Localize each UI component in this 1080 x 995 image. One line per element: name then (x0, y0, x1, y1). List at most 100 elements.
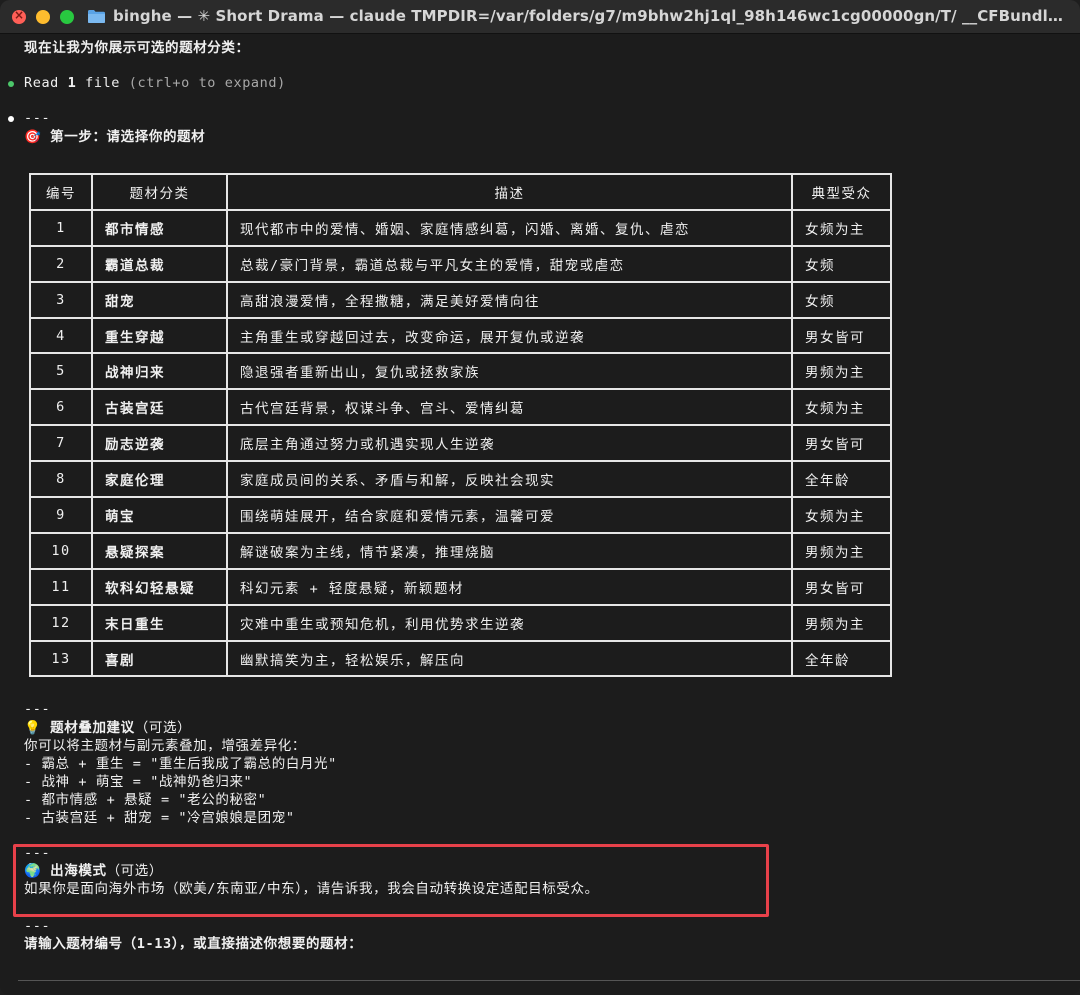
table-row: 7 励志逆袭 底层主角通过努力或机遇实现人生逆袭 男女皆可 (29, 424, 892, 463)
table-row: 13 喜剧 幽默搞笑为主，轻松娱乐，解压向 全年龄 (29, 639, 892, 678)
overseas-body: 如果你是面向海外市场（欧美/东南亚/中东），请告诉我，我会自动转换设定适配目标受… (24, 881, 599, 897)
table-row: 1 都市情感 现代都市中的爱情、婚姻、家庭情感纠葛，闪婚、离婚、复仇、虐恋 女频为主 (29, 208, 892, 247)
row-number: 12 (29, 603, 93, 642)
row-number: 1 (29, 208, 93, 247)
row-number: 2 (29, 244, 93, 283)
row-number: 6 (29, 388, 93, 427)
tip-item: - 霸总 + 重生 = "重生后我成了霸总的白月光" (24, 756, 337, 772)
row-description: 古代宫廷背景，权谋斗争、宫斗、爱情纠葛 (226, 388, 793, 427)
message-dot (8, 116, 14, 122)
table-header-row: 编号 题材分类 描述 典型受众 (29, 173, 892, 211)
terminal-window: binghe — ✳ Short Drama — claude TMPDIR=/… (0, 0, 1080, 995)
lightbulb-icon: 💡 (24, 720, 42, 736)
row-description: 隐退强者重新出山，复仇或拯救家族 (226, 352, 793, 391)
table-row: 6 古装宫廷 古代宫廷背景，权谋斗争、宫斗、爱情纠葛 女频为主 (29, 388, 892, 427)
window-title: binghe — ✳ Short Drama — claude TMPDIR=/… (113, 7, 1073, 25)
separator-3: --- (24, 845, 51, 861)
overseas-title-text: 出海模式 (50, 863, 107, 879)
row-category: 家庭伦理 (91, 460, 228, 499)
row-number: 7 (29, 424, 93, 463)
row-audience: 女频为主 (791, 388, 892, 427)
table-row: 10 悬疑探案 解谜破案为主线，情节紧凑，推理烧脑 男频为主 (29, 531, 892, 570)
read-suffix: file (76, 75, 121, 91)
input-prompt: 请输入题材编号（1-13），或直接描述你想要的题材： (24, 936, 363, 952)
read-prefix: Read (24, 75, 68, 91)
row-category: 霸道总裁 (91, 244, 228, 283)
table-row: 2 霸道总裁 总裁/豪门背景，霸道总裁与平凡女主的爱情，甜宠或虐恋 女频 (29, 244, 892, 283)
tool-status-dot (8, 81, 14, 87)
row-category: 都市情感 (91, 208, 228, 247)
separator-2: --- (24, 701, 51, 717)
header-audience: 典型受众 (791, 173, 892, 211)
close-window-button[interactable] (12, 8, 26, 24)
separator-4: --- (24, 918, 51, 934)
separator-1: --- (24, 110, 51, 126)
row-number: 9 (29, 496, 93, 534)
overseas-optional: （可选） (106, 863, 163, 879)
row-audience: 男女皆可 (791, 567, 892, 606)
intro-text: 现在让我为你展示可选的题材分类： (24, 40, 250, 56)
genre-table: 编号 题材分类 描述 典型受众 1 都市情感 现代都市中的爱情、婚姻、家庭情感纠葛，… (29, 173, 892, 678)
row-audience: 男频为主 (791, 352, 892, 391)
row-description: 现代都市中的爱情、婚姻、家庭情感纠葛，闪婚、离婚、复仇、虐恋 (226, 208, 793, 247)
row-description: 解谜破案为主线，情节紧凑，推理烧脑 (226, 531, 793, 570)
row-description: 围绕萌娃展开，结合家庭和爱情元素，温馨可爱 (226, 496, 793, 534)
row-number: 13 (29, 639, 93, 678)
row-category: 战神归来 (91, 352, 228, 391)
row-audience: 女频 (791, 244, 892, 283)
row-audience: 男频为主 (791, 603, 892, 642)
row-audience: 女频为主 (791, 496, 892, 534)
table-row: 12 末日重生 灾难中重生或预知危机，利用优势求生逆袭 男频为主 (29, 603, 892, 642)
row-audience: 男频为主 (791, 531, 892, 570)
table-row: 5 战神归来 隐退强者重新出山，复仇或拯救家族 男频为主 (29, 352, 892, 391)
minimize-window-button[interactable] (36, 10, 50, 24)
row-category: 悬疑探案 (91, 531, 228, 570)
row-description: 科幻元素 + 轻度悬疑，新颖题材 (226, 567, 793, 606)
row-number: 8 (29, 460, 93, 499)
table-row: 8 家庭伦理 家庭成员间的关系、矛盾与和解，反映社会现实 全年龄 (29, 460, 892, 499)
input-divider (18, 980, 1080, 981)
overseas-title: 🌍 出海模式（可选） (24, 862, 163, 880)
row-number: 11 (29, 567, 93, 606)
row-description: 家庭成员间的关系、矛盾与和解，反映社会现实 (226, 460, 793, 499)
row-description: 幽默搞笑为主，轻松娱乐，解压向 (226, 639, 793, 678)
row-description: 主角重生或穿越回过去，改变命运，展开复仇或逆袭 (226, 316, 793, 355)
row-category: 古装宫廷 (91, 388, 228, 427)
row-category: 软科幻轻悬疑 (91, 567, 228, 606)
row-audience: 女频 (791, 280, 892, 319)
tip-title: 💡 题材叠加建议（可选） (24, 719, 191, 737)
target-icon: 🎯 (24, 129, 42, 145)
row-number: 10 (29, 531, 93, 570)
row-description: 总裁/豪门背景，霸道总裁与平凡女主的爱情，甜宠或虐恋 (226, 244, 793, 283)
step-title-text: 第一步：请选择你的题材 (50, 129, 206, 145)
header-description: 描述 (226, 173, 793, 211)
row-audience: 女频为主 (791, 208, 892, 247)
row-audience: 全年龄 (791, 639, 892, 678)
tip-item: - 都市情感 + 悬疑 = "老公的秘密" (24, 792, 267, 808)
row-number: 5 (29, 352, 93, 391)
table-row: 4 重生穿越 主角重生或穿越回过去，改变命运，展开复仇或逆袭 男女皆可 (29, 316, 892, 355)
table-row: 3 甜宠 高甜浪漫爱情，全程撒糖，满足美好爱情向往 女频 (29, 280, 892, 319)
tip-optional: （可选） (134, 720, 192, 736)
row-audience: 男女皆可 (791, 424, 892, 463)
tip-item: - 古装宫廷 + 甜宠 = "冷宫娘娘是团宠" (24, 810, 295, 826)
title-bar[interactable]: binghe — ✳ Short Drama — claude TMPDIR=/… (0, 0, 1080, 34)
row-category: 重生穿越 (91, 316, 228, 355)
step-title: 🎯 第一步：请选择你的题材 (24, 128, 205, 146)
header-number: 编号 (29, 173, 93, 211)
header-category: 题材分类 (91, 173, 228, 211)
tip-item: - 战神 + 萌宝 = "战神奶爸归来" (24, 774, 253, 790)
read-file-line[interactable]: Read 1 file (ctrl+o to expand) (24, 74, 286, 92)
row-audience: 全年龄 (791, 460, 892, 499)
row-number: 4 (29, 316, 93, 355)
table-row: 9 萌宝 围绕萌娃展开，结合家庭和爱情元素，温馨可爱 女频为主 (29, 496, 892, 534)
row-number: 3 (29, 280, 93, 319)
row-category: 甜宠 (91, 280, 228, 319)
tip-title-text: 题材叠加建议 (50, 720, 135, 736)
row-description: 高甜浪漫爱情，全程撒糖，满足美好爱情向往 (226, 280, 793, 319)
maximize-window-button[interactable] (60, 10, 74, 24)
row-category: 喜剧 (91, 639, 228, 678)
table-row: 11 软科幻轻悬疑 科幻元素 + 轻度悬疑，新颖题材 男女皆可 (29, 567, 892, 606)
row-category: 励志逆袭 (91, 424, 228, 463)
globe-icon: 🌍 (24, 863, 42, 879)
